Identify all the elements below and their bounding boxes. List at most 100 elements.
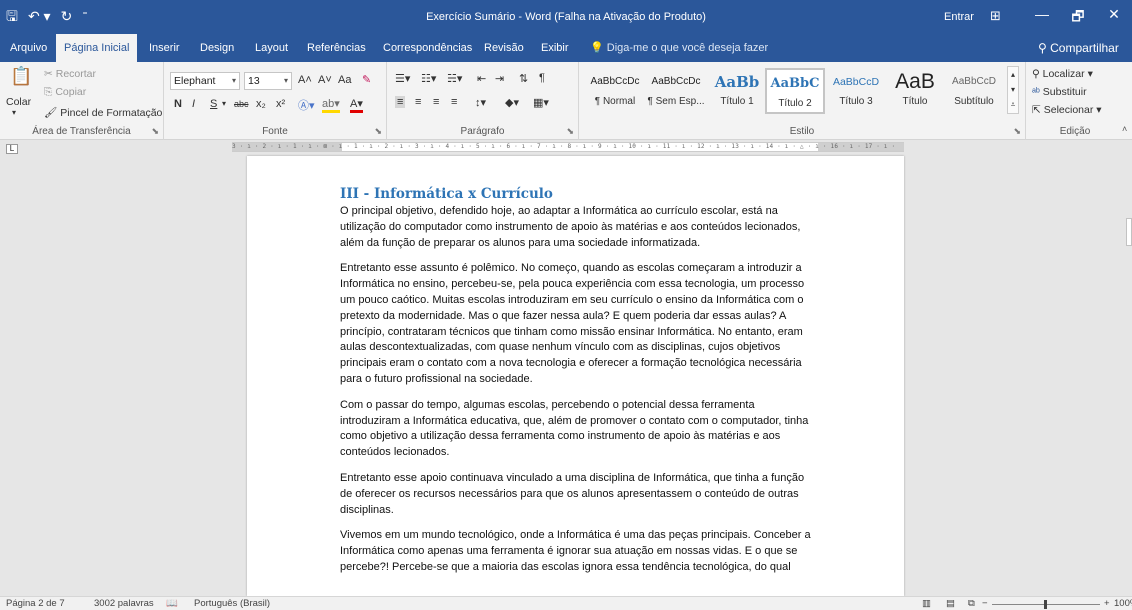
line-spacing-icon[interactable]: ↕▾ xyxy=(475,96,486,109)
tab-design[interactable]: Design xyxy=(196,34,238,62)
format-painter-button[interactable]: 🖌 Pincel de Formatação xyxy=(44,106,162,119)
word-count[interactable]: 3002 palavras xyxy=(94,598,154,610)
align-right-icon[interactable]: ≡ xyxy=(433,96,439,108)
chevron-down-icon: ▾ xyxy=(231,76,236,85)
style-subtitle[interactable]: AaBbCcD Subtítulo xyxy=(944,68,1004,114)
pilcrow-icon[interactable]: ¶ xyxy=(539,72,545,84)
status-bar: Página 2 de 7 3002 palavras 📖 Português … xyxy=(0,596,1132,610)
underline-button[interactable]: S xyxy=(210,98,217,110)
format-painter-label: Pincel de Formatação xyxy=(60,107,163,119)
web-layout-icon[interactable]: ⧉ xyxy=(968,598,975,610)
decrease-indent-icon[interactable]: ⇤ xyxy=(477,72,486,85)
strikethrough-button[interactable]: abc xyxy=(234,99,249,109)
read-mode-icon[interactable]: ▥ xyxy=(922,598,931,610)
italic-button[interactable]: I xyxy=(192,98,195,110)
restore-button[interactable]: 🗗 xyxy=(1060,6,1096,30)
paste-button[interactable]: Colar xyxy=(6,96,31,108)
align-left-icon[interactable]: ≡ xyxy=(395,96,406,108)
font-name-combo[interactable]: Elephant ▾ xyxy=(170,72,240,90)
style-heading-2[interactable]: AaBbC Título 2 xyxy=(765,68,825,114)
style-heading-1[interactable]: AaBb Título 1 xyxy=(707,68,767,114)
justify-icon[interactable]: ≡ xyxy=(451,96,457,108)
vertical-scrollbar[interactable] xyxy=(1124,140,1132,596)
style-title[interactable]: AaB Título xyxy=(885,68,945,114)
highlight-icon[interactable]: ab▾ xyxy=(322,97,340,113)
font-color-icon[interactable]: A▾ xyxy=(350,97,363,113)
style-no-spacing[interactable]: AaBbCcDc ¶ Sem Esp... xyxy=(646,68,706,114)
ribbon-display-options-icon[interactable]: ⊞ xyxy=(990,8,1001,24)
clear-formatting-icon[interactable]: ✎ xyxy=(362,73,371,86)
collapse-ribbon-icon[interactable]: ˄ xyxy=(1122,124,1127,134)
shading-icon[interactable]: ◆▾ xyxy=(505,96,519,109)
select-button[interactable]: ⇱ Selecionar ▾ xyxy=(1032,104,1102,116)
horizontal-ruler[interactable]: 3 · ı · 2 · ı · 1 · ı · ⊠ · ı · 1 · ı · … xyxy=(232,142,904,152)
tab-layout[interactable]: Layout xyxy=(251,34,292,62)
tab-selector[interactable]: L xyxy=(6,144,18,154)
replace-button[interactable]: ᵃᵇ Substituir xyxy=(1032,86,1087,98)
editing-group-label: Edição xyxy=(1059,126,1091,137)
tab-arquivo[interactable]: Arquivo xyxy=(6,34,51,62)
proofing-icon[interactable]: 📖 xyxy=(166,598,178,610)
tab-pagina-inicial[interactable]: Página Inicial xyxy=(56,34,138,62)
borders-icon[interactable]: ▦▾ xyxy=(533,96,549,109)
style-preview: AaBbCcDc xyxy=(651,76,701,87)
underline-dropdown-icon[interactable]: ▾ xyxy=(222,99,226,108)
copy-button[interactable]: ⎘ Copiar xyxy=(44,86,86,99)
style-heading-3[interactable]: AaBbCcD Título 3 xyxy=(826,68,886,114)
font-group-label: Fonte xyxy=(262,126,288,137)
paste-dropdown-icon[interactable]: ▾ xyxy=(12,108,16,117)
clipboard-launcher-icon[interactable]: ⬊ xyxy=(151,126,159,137)
scrollbar-thumb[interactable] xyxy=(1126,218,1132,246)
multilevel-list-icon[interactable]: ☵▾ xyxy=(447,72,462,85)
tab-revisao[interactable]: Revisão xyxy=(480,34,528,62)
superscript-button[interactable]: x² xyxy=(276,98,285,110)
tab-correspondencias[interactable]: Correspondências xyxy=(379,34,476,62)
tab-referencias[interactable]: Referências xyxy=(303,34,370,62)
paragraph: Entretanto esse apoio continuava vincula… xyxy=(340,471,805,516)
styles-scroll-control[interactable]: ▴ ▾ ⩡ xyxy=(1007,66,1019,114)
paragraph-group: ☰▾ ☷▾ ☵▾ ⇤ ⇥ ⇅ ¶ ≡ ≡ ≡ ≡ ↕▾ ◆▾ ▦▾ Parágr… xyxy=(387,62,579,140)
font-launcher-icon[interactable]: ⬊ xyxy=(374,126,382,137)
sort-icon[interactable]: ⇅ xyxy=(519,72,528,85)
cut-button[interactable]: ✂ Recortar xyxy=(44,68,96,80)
language-indicator[interactable]: Português (Brasil) xyxy=(194,598,270,610)
document-page[interactable]: III - Informática x Currículo O principa… xyxy=(247,156,904,596)
style-normal[interactable]: AaBbCcDc ¶ Normal xyxy=(585,68,645,114)
share-label: Compartilhar xyxy=(1050,41,1119,55)
signin-link[interactable]: Entrar xyxy=(944,11,974,23)
numbering-icon[interactable]: ☷▾ xyxy=(421,72,436,85)
bullets-icon[interactable]: ☰▾ xyxy=(395,72,410,85)
select-label: Selecionar xyxy=(1043,104,1094,116)
tab-exibir[interactable]: Exibir xyxy=(537,34,573,62)
find-button[interactable]: ⚲ Localizar ▾ xyxy=(1032,68,1093,80)
align-center-icon[interactable]: ≡ xyxy=(415,96,421,108)
font-size-combo[interactable]: 13 ▾ xyxy=(244,72,292,90)
print-layout-icon[interactable]: ▤ xyxy=(946,598,955,610)
document-body[interactable]: III - Informática x Currículo O principa… xyxy=(340,186,815,586)
subscript-button[interactable]: x₂ xyxy=(256,98,266,110)
bold-button[interactable]: N xyxy=(174,98,182,110)
paragraph-launcher-icon[interactable]: ⬊ xyxy=(566,126,574,137)
zoom-slider-thumb[interactable] xyxy=(1044,600,1047,609)
font-group: Elephant ▾ 13 ▾ A˄ A˅ Aa ✎ N I S ▾ abc x₂ … xyxy=(164,62,387,140)
style-label: Título 3 xyxy=(839,96,873,107)
ruler-ticks: 3 · ı · 2 · ı · 1 · ı · ⊠ · ı · 1 · ı · … xyxy=(232,143,896,150)
cut-label: Recortar xyxy=(55,68,96,80)
change-case-button[interactable]: Aa xyxy=(338,74,351,86)
increase-indent-icon[interactable]: ⇥ xyxy=(495,72,504,85)
shrink-font-button[interactable]: A˅ xyxy=(318,74,332,86)
minimize-button[interactable]: — xyxy=(1024,6,1060,22)
share-button[interactable]: ⚲ Compartilhar xyxy=(1038,34,1119,62)
zoom-in-button[interactable]: + xyxy=(1104,598,1110,610)
zoom-level[interactable]: 100% xyxy=(1114,598,1132,610)
tell-me-search[interactable]: 💡 Diga-me o que você deseja fazer xyxy=(590,34,768,62)
close-button[interactable]: ✕ xyxy=(1096,6,1132,23)
grow-font-button[interactable]: A˄ xyxy=(298,74,312,86)
clipboard-icon[interactable]: 📋 xyxy=(10,66,32,87)
tab-inserir[interactable]: Inserir xyxy=(145,34,184,62)
text-effects-icon[interactable]: Ⓐ▾ xyxy=(298,97,315,113)
styles-launcher-icon[interactable]: ⬊ xyxy=(1013,126,1021,137)
style-label: ¶ Normal xyxy=(594,96,636,107)
page-count[interactable]: Página 2 de 7 xyxy=(6,598,65,610)
zoom-out-button[interactable]: − xyxy=(982,598,988,610)
